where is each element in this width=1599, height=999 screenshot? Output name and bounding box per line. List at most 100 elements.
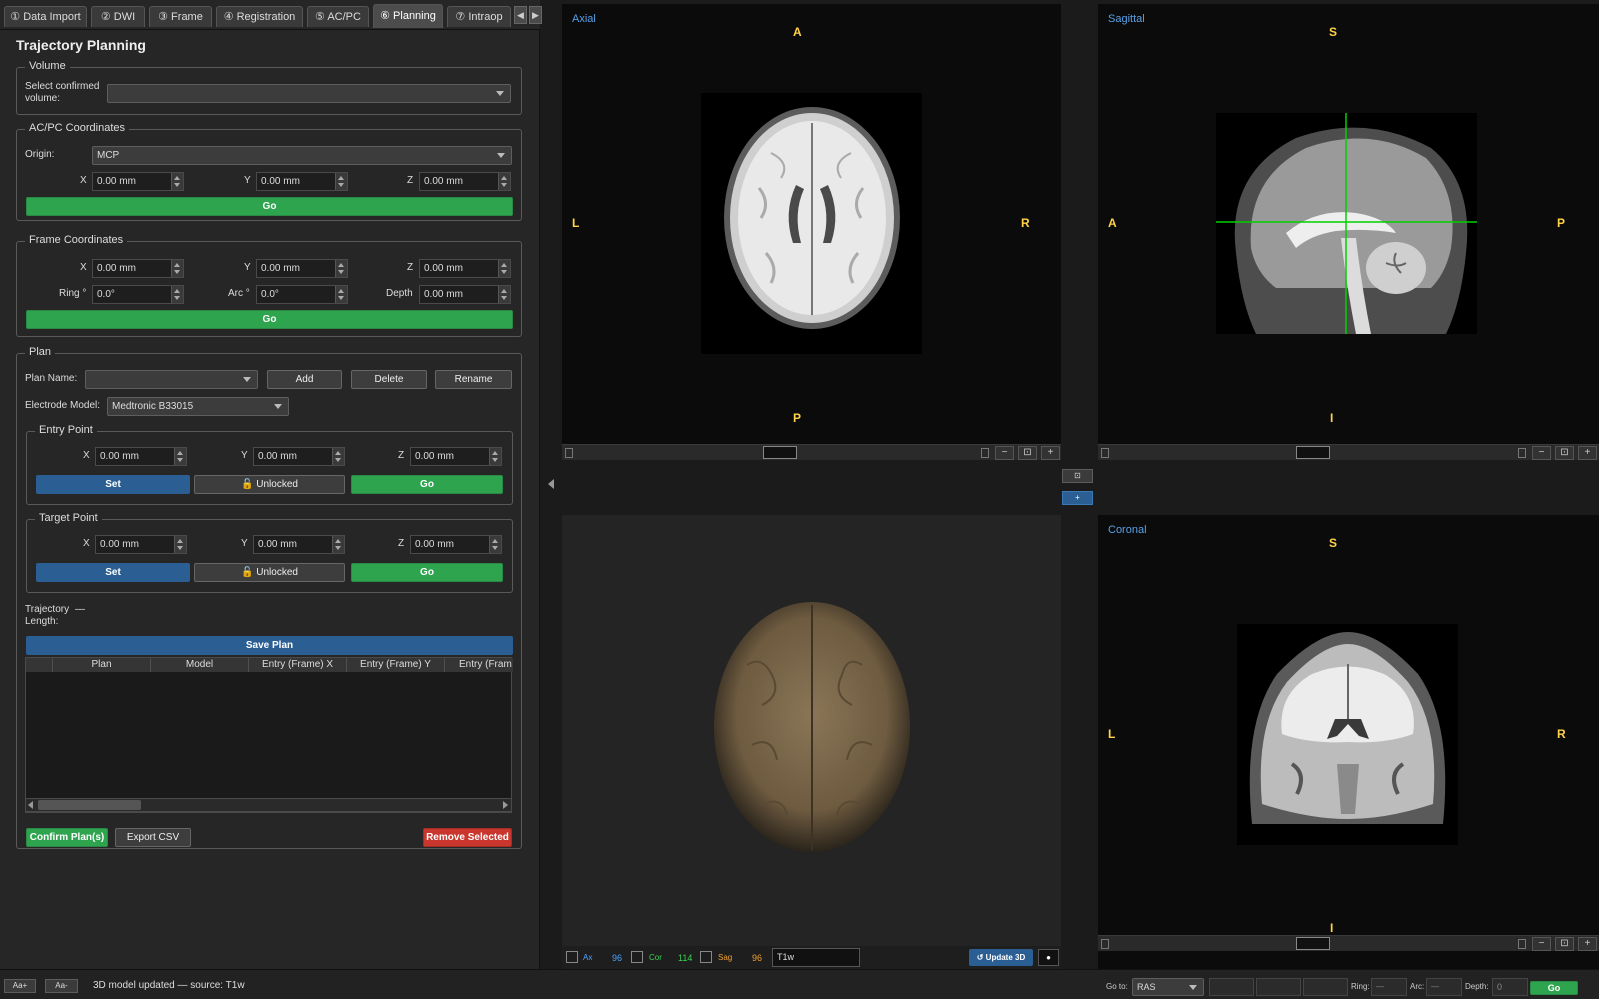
coronal-slice-scrollbar[interactable]: − ⊡ + [1098, 935, 1599, 951]
frame-y-input[interactable]: 0.00 mm [256, 259, 348, 278]
spin-buttons[interactable] [332, 536, 344, 553]
depth-input[interactable]: 0.00 mm [419, 285, 511, 304]
tab-registration[interactable]: ④ Registration [216, 6, 303, 27]
add-plan-button[interactable]: Add [267, 370, 342, 389]
scrollbar-thumb[interactable] [38, 800, 141, 810]
status-arc-input[interactable]: — [1426, 978, 1462, 996]
zoom-in-button[interactable]: + [1578, 937, 1597, 951]
spin-buttons[interactable] [498, 173, 510, 190]
frame-x-input[interactable]: 0.00 mm [92, 259, 184, 278]
table-header-entry-y[interactable]: Entry (Frame) Y [347, 658, 445, 672]
spin-buttons[interactable] [335, 286, 347, 303]
spin-buttons[interactable] [171, 286, 183, 303]
font-increase-button[interactable]: Aa+ [4, 979, 36, 993]
goto-z-input[interactable] [1303, 978, 1348, 996]
slice-slider-handle[interactable] [1296, 446, 1330, 459]
scroll-right-icon[interactable] [1518, 939, 1526, 949]
plan-name-select[interactable] [85, 370, 258, 389]
add-view-button[interactable]: + [1062, 491, 1093, 505]
scroll-left-icon[interactable] [28, 801, 33, 809]
acpc-go-button[interactable]: Go [26, 197, 513, 216]
tab-planning[interactable]: ⑥ Planning [373, 4, 443, 28]
frame-z-input[interactable]: 0.00 mm [419, 259, 511, 278]
target-go-button[interactable]: Go [351, 563, 503, 582]
zoom-out-button[interactable]: − [995, 446, 1014, 460]
axial-slice-scrollbar[interactable]: − ⊡ + [562, 444, 1061, 460]
save-plan-button[interactable]: Save Plan [26, 636, 513, 655]
coronal-plane-checkbox[interactable] [631, 951, 643, 963]
3d-view[interactable] [562, 515, 1061, 946]
3d-volume-select[interactable]: T1w [772, 948, 860, 967]
sagittal-slice-scrollbar[interactable]: − ⊡ + [1098, 444, 1599, 460]
fit-view-button[interactable]: ⊡ [1555, 937, 1574, 951]
spin-buttons[interactable] [171, 173, 183, 190]
entry-x-input[interactable]: 0.00 mm [95, 447, 187, 466]
tab-acpc[interactable]: ⑤ AC/PC [307, 6, 369, 27]
sagittal-view[interactable]: Sagittal S I A P − ⊡ + [1098, 4, 1599, 460]
coronal-view[interactable]: Coronal S I L R − ⊡ + [1098, 515, 1599, 969]
axial-plane-checkbox[interactable] [566, 951, 578, 963]
scroll-right-icon[interactable] [1518, 448, 1526, 458]
spin-buttons[interactable] [498, 286, 510, 303]
acpc-y-input[interactable]: 0.00 mm [256, 172, 348, 191]
zoom-in-button[interactable]: + [1578, 446, 1597, 460]
tab-data-import[interactable]: ① Data Import [4, 6, 87, 27]
table-header-model[interactable]: Model [151, 658, 249, 672]
confirm-plans-button[interactable]: Confirm Plan(s) [26, 828, 108, 847]
scroll-left-icon[interactable] [565, 448, 573, 458]
status-depth-input[interactable]: 0 [1492, 978, 1528, 996]
arc-input[interactable]: 0.0° [256, 285, 348, 304]
status-ring-input[interactable]: — [1371, 978, 1407, 996]
table-header-entry-x[interactable]: Entry (Frame) X [249, 658, 347, 672]
target-y-input[interactable]: 0.00 mm [253, 535, 345, 554]
fit-view-button[interactable]: ⊡ [1555, 446, 1574, 460]
sagittal-plane-checkbox[interactable] [700, 951, 712, 963]
spin-buttons[interactable] [335, 260, 347, 277]
target-z-input[interactable]: 0.00 mm [410, 535, 502, 554]
entry-set-button[interactable]: Set [36, 475, 190, 494]
delete-plan-button[interactable]: Delete [351, 370, 427, 389]
spin-buttons[interactable] [174, 536, 186, 553]
volume-select[interactable] [107, 84, 511, 103]
acpc-z-input[interactable]: 0.00 mm [419, 172, 511, 191]
goto-space-select[interactable]: RAS [1132, 978, 1204, 996]
spin-buttons[interactable] [332, 448, 344, 465]
tab-scroll-left-icon[interactable]: ◀ [514, 6, 527, 24]
acpc-x-input[interactable]: 0.00 mm [92, 172, 184, 191]
entry-y-input[interactable]: 0.00 mm [253, 447, 345, 466]
ring-input[interactable]: 0.0° [92, 285, 184, 304]
spin-buttons[interactable] [489, 536, 501, 553]
collapse-panel-icon[interactable] [548, 479, 554, 489]
spin-buttons[interactable] [498, 260, 510, 277]
zoom-out-button[interactable]: − [1532, 937, 1551, 951]
zoom-out-button[interactable]: − [1532, 446, 1551, 460]
origin-select[interactable]: MCP [92, 146, 512, 165]
tab-scroll-right-icon[interactable]: ▶ [529, 6, 542, 24]
font-decrease-button[interactable]: Aa- [45, 979, 78, 993]
status-go-button[interactable]: Go [1530, 981, 1578, 995]
target-x-input[interactable]: 0.00 mm [95, 535, 187, 554]
remove-selected-button[interactable]: Remove Selected [423, 828, 512, 847]
spin-buttons[interactable] [171, 260, 183, 277]
goto-x-input[interactable] [1209, 978, 1254, 996]
fit-view-button[interactable]: ⊡ [1018, 446, 1037, 460]
export-csv-button[interactable]: Export CSV [115, 828, 191, 847]
scroll-right-icon[interactable] [981, 448, 989, 458]
tab-frame[interactable]: ③ Frame [149, 6, 212, 27]
table-header-entry-z[interactable]: Entry (Fram [445, 658, 513, 672]
scroll-left-icon[interactable] [1101, 448, 1109, 458]
plans-table[interactable]: Plan Model Entry (Frame) X Entry (Frame)… [25, 657, 513, 813]
entry-go-button[interactable]: Go [351, 475, 503, 494]
slice-slider-handle[interactable] [763, 446, 797, 459]
entry-z-input[interactable]: 0.00 mm [410, 447, 502, 466]
target-lock-button[interactable]: 🔓 Unlocked [194, 563, 345, 582]
spin-buttons[interactable] [335, 173, 347, 190]
scroll-right-icon[interactable] [503, 801, 508, 809]
spin-buttons[interactable] [489, 448, 501, 465]
tab-dwi[interactable]: ② DWI [91, 6, 145, 27]
table-header-plan[interactable]: Plan [53, 658, 151, 672]
tab-intraop[interactable]: ⑦ Intraop [447, 6, 511, 27]
rename-plan-button[interactable]: Rename [435, 370, 512, 389]
update-3d-button[interactable]: ↺ Update 3D [969, 949, 1033, 966]
electrode-model-select[interactable]: Medtronic B33015 [107, 397, 289, 416]
